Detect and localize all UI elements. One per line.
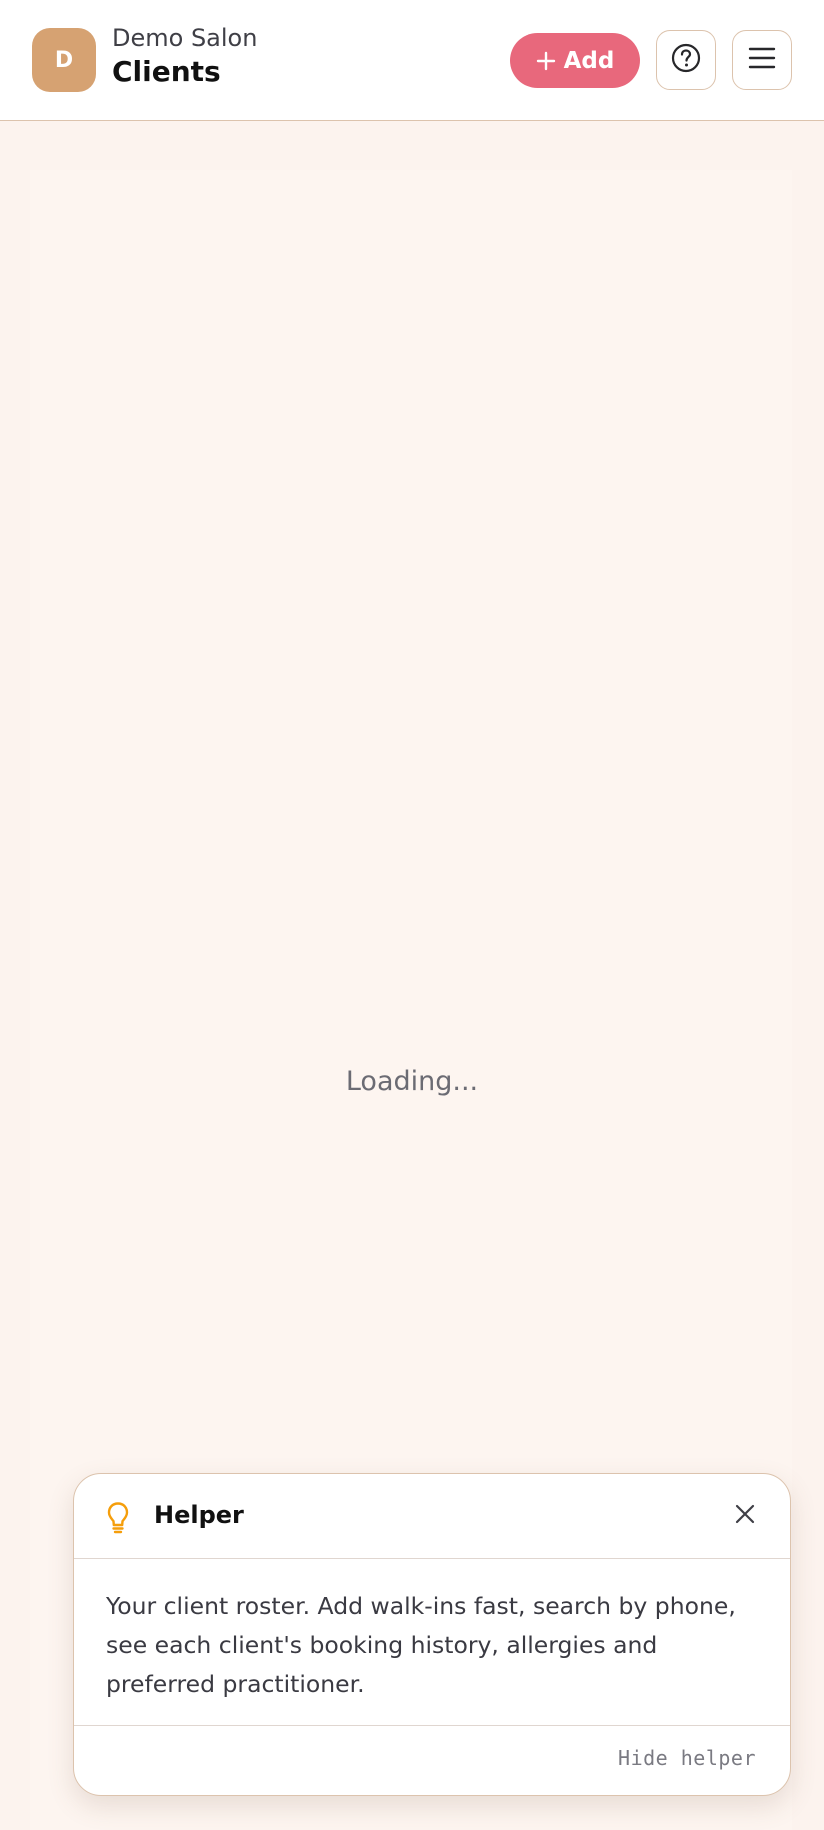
helper-body-text: Your client roster. Add walk-ins fast, s… [106, 1592, 736, 1698]
hamburger-menu-icon [747, 45, 777, 75]
helper-header: Helper [74, 1474, 790, 1559]
helper-footer: Hide helper [74, 1725, 790, 1795]
salon-name: Demo Salon [112, 24, 258, 52]
plus-icon [536, 51, 556, 71]
help-button[interactable] [656, 30, 716, 90]
lightbulb-icon [106, 1501, 130, 1535]
question-circle-icon [670, 42, 702, 78]
helper-card: Helper Your client roster. Add walk-ins … [73, 1473, 791, 1796]
helper-title: Helper [154, 1501, 244, 1529]
loading-indicator: Loading... [345, 1066, 479, 1097]
app-header: D Demo Salon Clients Add [0, 0, 824, 121]
menu-button[interactable] [732, 30, 792, 90]
close-icon[interactable] [732, 1501, 758, 1527]
page-title: Clients [112, 55, 221, 88]
add-button-label: Add [563, 47, 615, 74]
hide-helper-button[interactable]: Hide helper [618, 1746, 756, 1770]
salon-avatar[interactable]: D [32, 28, 96, 92]
add-client-button[interactable]: Add [510, 33, 640, 88]
